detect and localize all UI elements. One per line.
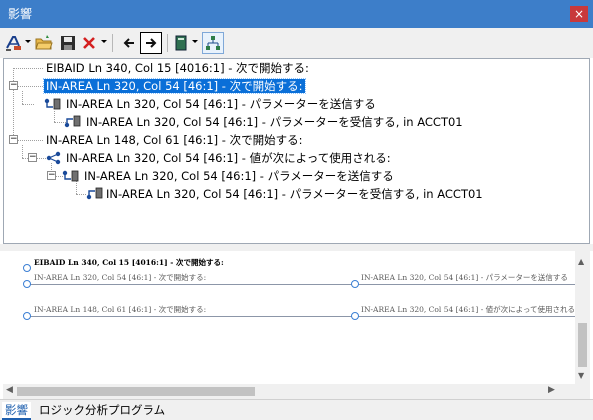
- tree-view[interactable]: − − − − EIBAID Ln 340, Col 15 [4016:1] -…: [3, 58, 590, 244]
- tree-connector: [18, 140, 43, 141]
- find-icon: [6, 36, 21, 51]
- receive-parameter-icon: [64, 115, 81, 128]
- open-button[interactable]: [34, 32, 54, 54]
- open-folder-icon: [35, 35, 53, 50]
- tab-impact[interactable]: 影響: [2, 402, 31, 420]
- book-icon: [175, 35, 187, 51]
- scroll-thumb[interactable]: [17, 387, 255, 396]
- tree-item[interactable]: EIBAID Ln 340, Col 15 [4016:1] - 次で開始する:: [44, 59, 311, 77]
- tree-item[interactable]: IN-AREA Ln 320, Col 54 [46:1] - 値が次によって使…: [64, 149, 393, 167]
- diagram-node[interactable]: [23, 312, 31, 320]
- book-dropdown-icon[interactable]: [192, 40, 198, 43]
- delete-icon: [83, 37, 95, 49]
- receive-parameter-icon: [86, 187, 103, 200]
- save-button[interactable]: [58, 32, 78, 54]
- collapse-toggle[interactable]: −: [28, 153, 37, 162]
- diagram-view[interactable]: EIBAID Ln 340, Col 15 [4016:1] - 次で開始する:…: [3, 251, 590, 399]
- tree-item[interactable]: IN-AREA Ln 320, Col 54 [46:1] - パラメーターを受…: [104, 185, 485, 203]
- collapse-toggle[interactable]: −: [9, 135, 18, 144]
- back-icon: [123, 38, 134, 48]
- tree-item[interactable]: IN-AREA Ln 320, Col 54 [46:1] - パラメーターを送…: [64, 95, 378, 113]
- send-parameter-icon: [44, 98, 61, 110]
- hierarchy-icon: [206, 36, 220, 50]
- diagram-node-label: IN-AREA Ln 320, Col 54 [46:1] - 次で開始する:: [34, 273, 207, 282]
- save-icon: [61, 36, 75, 50]
- scroll-corner: [575, 384, 590, 399]
- splitter[interactable]: [0, 244, 593, 251]
- collapse-toggle[interactable]: −: [47, 171, 56, 180]
- tree-connector: [13, 68, 14, 139]
- hierarchy-button[interactable]: [202, 32, 224, 54]
- tree-connector: [13, 68, 43, 69]
- tree-connector: [76, 194, 86, 195]
- tree-connector: [54, 111, 55, 122]
- tab-bar: 影響 ロジック分析プログラム: [0, 399, 593, 420]
- find-dropdown-icon[interactable]: [25, 40, 31, 43]
- window-title: 影響: [8, 7, 33, 21]
- back-button[interactable]: [119, 32, 139, 54]
- scroll-up-icon[interactable]: ▲: [578, 257, 584, 266]
- book-button[interactable]: [172, 32, 190, 54]
- diagram-link: [355, 316, 575, 317]
- delete-button[interactable]: [80, 32, 98, 54]
- scroll-right-icon[interactable]: ▶: [548, 385, 555, 395]
- delete-dropdown-icon[interactable]: [101, 40, 107, 43]
- diagram-node-label: IN-AREA Ln 320, Col 54 [46:1] - 値が次によって使…: [361, 305, 578, 314]
- vertical-scrollbar[interactable]: ▲ ▼: [575, 251, 590, 384]
- scroll-thumb[interactable]: [578, 323, 587, 367]
- diagram-header: EIBAID Ln 340, Col 15 [4016:1] - 次で開始する:: [34, 258, 224, 267]
- diagram-link: [27, 284, 355, 285]
- toolbar-separator: [112, 34, 113, 52]
- diagram-node[interactable]: [23, 264, 31, 272]
- horizontal-scrollbar[interactable]: ◀ ▶: [3, 384, 575, 399]
- tree-item[interactable]: IN-AREA Ln 148, Col 61 [46:1] - 次で開始する:: [44, 131, 305, 149]
- diagram-node[interactable]: [351, 280, 359, 288]
- diagram-node[interactable]: [351, 312, 359, 320]
- collapse-toggle[interactable]: −: [9, 81, 18, 90]
- tree-connector: [22, 104, 34, 105]
- diagram-link: [27, 316, 355, 317]
- forward-button[interactable]: [140, 32, 162, 54]
- tree-item[interactable]: IN-AREA Ln 320, Col 54 [46:1] - パラメーターを受…: [84, 113, 465, 131]
- diagram-node-label: IN-AREA Ln 320, Col 54 [46:1] - パラメーターを送…: [361, 273, 568, 282]
- tree-item-selected[interactable]: IN-AREA Ln 320, Col 54 [46:1] - 次で開始する:: [43, 77, 306, 95]
- title-bar: 影響 ×: [0, 0, 593, 28]
- close-icon: ×: [573, 7, 585, 21]
- tree-connector: [22, 145, 23, 158]
- scroll-down-icon[interactable]: ▼: [578, 371, 584, 380]
- send-parameter-icon: [62, 170, 79, 182]
- scroll-left-icon[interactable]: ◀: [6, 385, 13, 395]
- toolbar-separator: [167, 34, 168, 52]
- diagram-node-label: IN-AREA Ln 148, Col 61 [46:1] - 次で開始する:: [34, 305, 207, 314]
- tab-logic-analysis[interactable]: ロジック分析プログラム: [36, 402, 168, 420]
- toolbar: [0, 28, 593, 58]
- diagram-node[interactable]: [23, 280, 31, 288]
- tree-item[interactable]: IN-AREA Ln 320, Col 54 [46:1] - パラメーターを送…: [82, 167, 396, 185]
- forward-icon: [146, 38, 157, 48]
- tree-connector: [18, 86, 43, 87]
- diagram-link: [355, 284, 575, 285]
- value-usage-icon: [46, 151, 61, 165]
- close-button[interactable]: ×: [570, 6, 588, 22]
- find-button[interactable]: [4, 32, 24, 54]
- tree-connector: [22, 91, 23, 104]
